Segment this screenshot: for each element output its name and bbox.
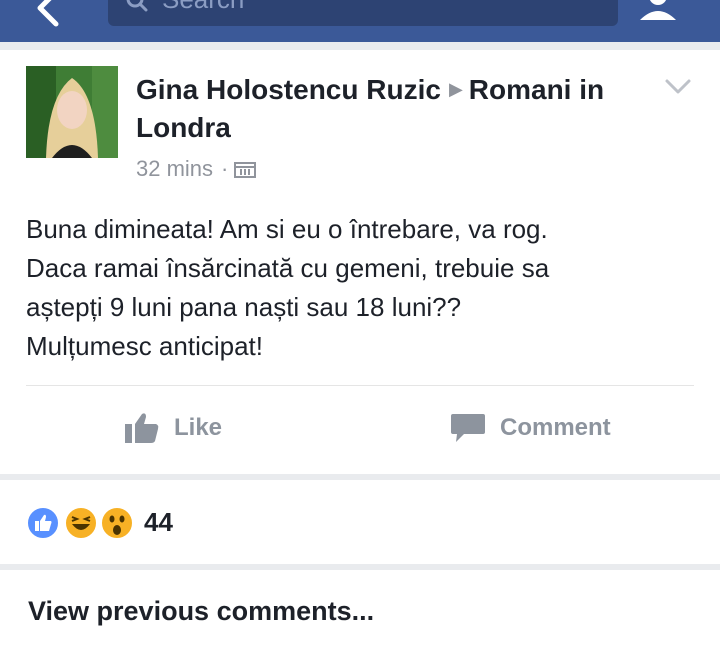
post-body-line: aștepți 9 luni pana naști sau 18 luni?? — [26, 292, 462, 322]
search-icon — [126, 0, 148, 12]
wow-icon — [100, 506, 134, 540]
separator-dot: · — [221, 156, 229, 181]
post-meta: 32 mins · — [136, 156, 257, 182]
reactions-bar[interactable]: 44 — [0, 480, 720, 564]
post-body-line: Daca ramai însărcinată cu gemeni, trebui… — [26, 253, 550, 283]
like-label: Like — [174, 414, 223, 441]
shared-to-arrow-icon: ▶ — [448, 79, 463, 99]
search-placeholder: Search — [162, 0, 244, 15]
comment-button[interactable]: Comment — [450, 412, 611, 444]
divider — [26, 385, 694, 386]
comments-section: View previous comments... — [0, 570, 720, 672]
profile-photo — [26, 66, 118, 158]
avatar[interactable] — [26, 66, 118, 158]
post-header: Gina Holostencu Ruzic ▶ Romani in Londra — [136, 70, 656, 147]
view-previous-comments-link[interactable]: View previous comments... — [28, 596, 374, 627]
comment-bubble-icon — [451, 414, 485, 442]
post-body-line: Mulțumesc anticipat! — [26, 331, 263, 361]
comment-label: Comment — [500, 414, 611, 441]
like-icon — [26, 506, 60, 540]
thumbs-up-icon — [125, 413, 159, 443]
post-body: Buna dimineata! Am si eu o întrebare, va… — [26, 210, 696, 366]
post-body-line: Buna dimineata! Am si eu o întrebare, va… — [26, 214, 548, 244]
like-button[interactable]: Like — [124, 412, 222, 444]
haha-icon — [64, 506, 98, 540]
friend-requests-icon[interactable] — [634, 0, 690, 20]
timestamp[interactable]: 32 mins — [136, 156, 213, 182]
top-navigation-bar: Search — [0, 0, 720, 42]
author-name[interactable]: Gina Holostencu Ruzic — [136, 74, 441, 105]
chevron-down-icon[interactable] — [664, 78, 692, 96]
reaction-count: 44 — [144, 507, 173, 537]
group-audience-icon — [234, 162, 257, 178]
post-card: Gina Holostencu Ruzic ▶ Romani in Londra 3… — [0, 50, 720, 474]
search-input[interactable]: Search — [108, 0, 618, 26]
back-arrow-icon[interactable] — [28, 0, 68, 28]
